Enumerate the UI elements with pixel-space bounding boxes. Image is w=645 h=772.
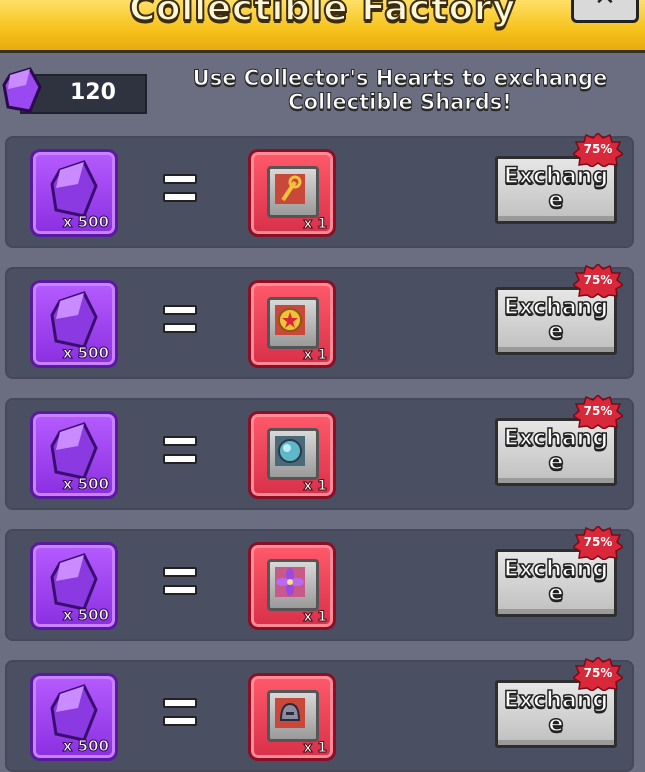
- exchange-button-label: Exchang: [503, 164, 609, 190]
- exchange-row: x 500 x 1 Exchang e 75%: [5, 657, 634, 772]
- page-title: Collectible Factory: [128, 0, 516, 30]
- flower-shard-icon: [275, 567, 305, 597]
- reward-quantity: x 1: [303, 347, 328, 364]
- discount-value: 75%: [583, 142, 613, 156]
- instruction-line-1: Use Collector's Hearts to exchange: [192, 66, 608, 91]
- instruction-line-2: Collectible Shards!: [288, 90, 513, 115]
- discount-value: 75%: [583, 273, 613, 287]
- cost-quantity: x 500: [62, 475, 109, 494]
- equals-icon: [163, 305, 197, 335]
- collectors-heart-gem-icon: [50, 291, 98, 349]
- cost-item-tile: x 500: [30, 280, 118, 368]
- close-button[interactable]: ✕: [571, 0, 639, 23]
- close-icon: ✕: [594, 0, 616, 12]
- exchange-button-label-continued: e: [548, 712, 564, 738]
- equals-icon: [163, 567, 197, 597]
- cost-item-tile: x 500: [30, 542, 118, 630]
- title-bar: Collectible Factory ✕: [0, 0, 645, 53]
- exchange-row: x 500 x 1 Exchang e 75%: [5, 526, 634, 641]
- discount-value: 75%: [583, 404, 613, 418]
- collectors-heart-gem-icon: [50, 422, 98, 480]
- cost-item-tile: x 500: [30, 149, 118, 237]
- reward-item-tile: x 1: [248, 673, 336, 761]
- exchange-button-label: Exchang: [503, 426, 609, 452]
- cost-item-tile: x 500: [30, 673, 118, 761]
- exchange-button-label: Exchang: [503, 557, 609, 583]
- collectors-heart-gem-icon: [50, 553, 98, 611]
- exchange-button-label: Exchang: [503, 295, 609, 321]
- exchange-button-label-continued: e: [548, 581, 564, 607]
- exchange-row: x 500 x 1 Exchang e 75%: [5, 264, 634, 379]
- exchange-row: x 500 x 1 Exchang e 75%: [5, 395, 634, 510]
- cost-item-tile: x 500: [30, 411, 118, 499]
- collectors-heart-gem-icon: [2, 67, 42, 113]
- discount-value: 75%: [583, 535, 613, 549]
- discount-value: 75%: [583, 666, 613, 680]
- cost-quantity: x 500: [62, 606, 109, 625]
- cost-quantity: x 500: [62, 344, 109, 363]
- exchange-button-label-continued: e: [548, 188, 564, 214]
- star-coin-shard-icon: [275, 305, 305, 335]
- discount-badge: 75%: [573, 264, 623, 298]
- exchange-button-label: Exchang: [503, 688, 609, 714]
- reward-quantity: x 1: [303, 216, 328, 233]
- orb-shard-icon: [275, 436, 305, 466]
- reward-item-tile: x 1: [248, 542, 336, 630]
- reward-item-tile: x 1: [248, 280, 336, 368]
- collectors-heart-gem-icon: [50, 684, 98, 742]
- helmet-shard-icon: [275, 698, 305, 728]
- equals-icon: [163, 174, 197, 204]
- equals-icon: [163, 698, 197, 728]
- reward-item-tile: x 1: [248, 149, 336, 237]
- instruction-text: Use Collector's Hearts to exchange Colle…: [180, 66, 620, 115]
- currency-amount: 120: [70, 80, 116, 105]
- reward-item-tile: x 1: [248, 411, 336, 499]
- exchange-button-label-continued: e: [548, 450, 564, 476]
- discount-badge: 75%: [573, 133, 623, 167]
- cost-quantity: x 500: [62, 737, 109, 756]
- reward-quantity: x 1: [303, 478, 328, 495]
- cost-quantity: x 500: [62, 213, 109, 232]
- reward-quantity: x 1: [303, 609, 328, 626]
- reward-quantity: x 1: [303, 740, 328, 757]
- discount-badge: 75%: [573, 657, 623, 691]
- exchange-button-label-continued: e: [548, 319, 564, 345]
- staff-shard-icon: [275, 174, 305, 204]
- discount-badge: 75%: [573, 395, 623, 429]
- collectors-heart-gem-icon: [50, 160, 98, 218]
- equals-icon: [163, 436, 197, 466]
- exchange-row: x 500 x 1 Exchang e 75%: [5, 133, 634, 248]
- discount-badge: 75%: [573, 526, 623, 560]
